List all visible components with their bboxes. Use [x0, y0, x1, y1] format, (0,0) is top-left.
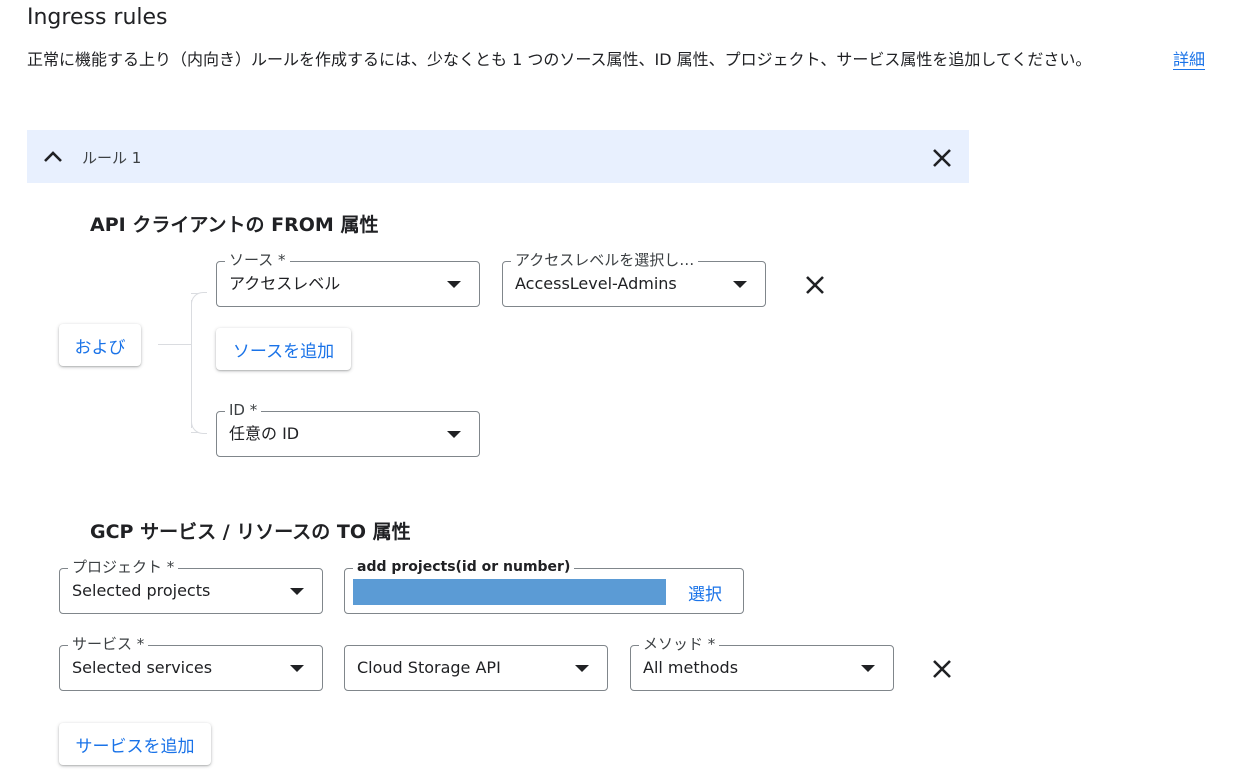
project-value: Selected projects — [72, 581, 211, 600]
service-value: Selected services — [72, 658, 213, 677]
add-service-button[interactable]: サービスを追加 — [59, 723, 211, 765]
add-source-button[interactable]: ソースを追加 — [216, 328, 351, 370]
project-label: プロジェクト * — [68, 557, 179, 577]
service-label: サービス * — [68, 634, 149, 654]
method-select[interactable]: メソッド * All methods — [630, 634, 894, 691]
rule-header — [27, 130, 969, 183]
select-projects-link[interactable]: 選択 — [688, 580, 722, 605]
to-section-title: GCP サービス / リソースの TO 属性 — [90, 521, 411, 543]
identity-value: 任意の ID — [229, 424, 300, 443]
chevron-up-icon[interactable] — [42, 146, 64, 168]
identity-select[interactable]: ID * 任意の ID — [216, 400, 480, 457]
dropdown-arrow-icon — [861, 665, 875, 672]
dropdown-arrow-icon — [290, 665, 304, 672]
dropdown-arrow-icon — [447, 431, 461, 438]
and-operator-button[interactable]: および — [59, 324, 141, 366]
learn-more-link[interactable]: 詳細 — [1173, 46, 1205, 70]
dropdown-arrow-icon — [447, 281, 461, 288]
source-label: ソース * — [225, 250, 290, 270]
dropdown-arrow-icon — [733, 281, 747, 288]
method-label: メソッド * — [639, 634, 720, 654]
remove-source-icon[interactable] — [803, 273, 827, 297]
tree-connector — [158, 344, 192, 345]
service-api-value: Cloud Storage API — [357, 658, 501, 677]
source-select[interactable]: ソース * アクセスレベル — [216, 250, 480, 307]
service-select[interactable]: サービス * Selected services — [59, 634, 323, 691]
tree-connector-vertical — [191, 300, 192, 428]
add-projects-label: add projects(id or number) — [353, 557, 575, 577]
access-level-value: AccessLevel-Admins — [515, 274, 677, 293]
rule-title: ルール 1 — [82, 149, 142, 167]
page-title: Ingress rules — [27, 5, 168, 30]
from-section-title: API クライアントの FROM 属性 — [90, 214, 379, 236]
close-rule-icon[interactable] — [929, 145, 955, 171]
source-value: アクセスレベル — [229, 274, 341, 293]
dropdown-arrow-icon — [575, 665, 589, 672]
service-api-select[interactable]: Cloud Storage API — [344, 645, 608, 691]
method-value: All methods — [643, 658, 739, 677]
remove-service-icon[interactable] — [930, 657, 954, 681]
access-level-select[interactable]: アクセスレベルを選択し… AccessLevel-Admins — [502, 250, 766, 307]
access-level-label: アクセスレベルを選択し… — [511, 250, 699, 270]
dropdown-arrow-icon — [290, 588, 304, 595]
page-description: 正常に機能する上り（内向き）ルールを作成するには、少なくとも 1 つのソース属性… — [27, 50, 1092, 69]
redacted-project-id — [353, 579, 666, 605]
tree-corner-top — [191, 292, 207, 308]
add-projects-field[interactable]: add projects(id or number) 選択 — [344, 557, 744, 614]
identity-label: ID * — [225, 400, 262, 420]
project-select[interactable]: プロジェクト * Selected projects — [59, 557, 323, 614]
